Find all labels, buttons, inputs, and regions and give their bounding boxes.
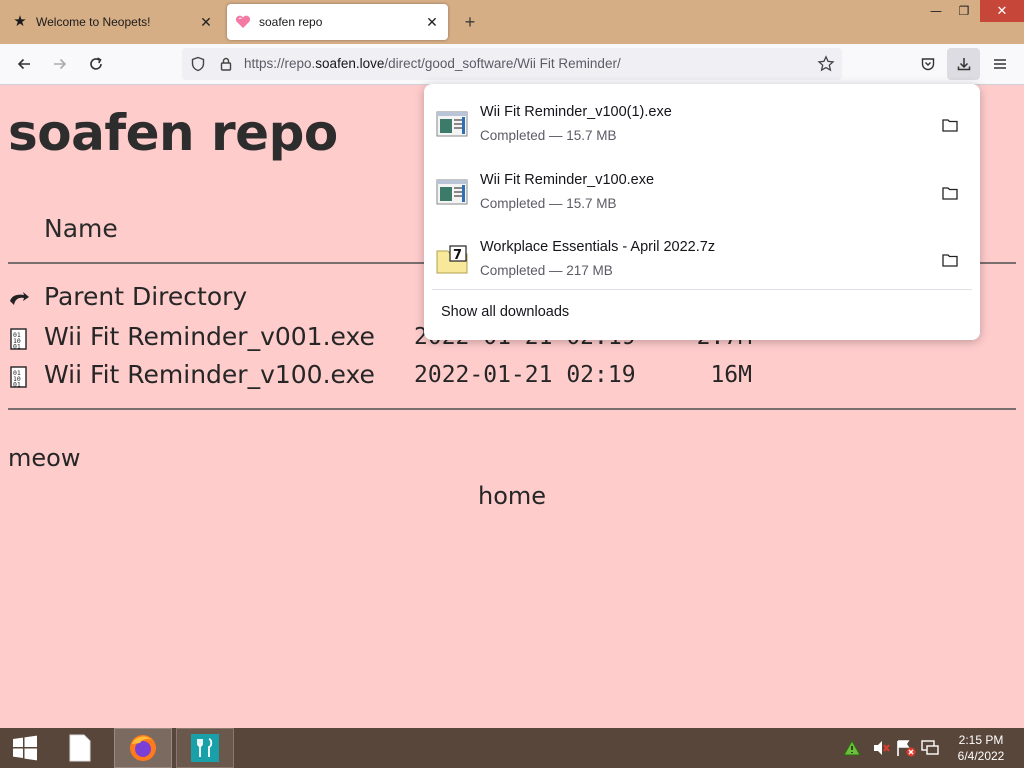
new-tab-button[interactable]: +	[458, 10, 482, 34]
tab-soafen-repo[interactable]: soafen repo ✕	[227, 4, 448, 40]
windows-logo-icon	[13, 735, 37, 761]
navigation-toolbar: https://repo.soafen.love/direct/good_sof…	[0, 44, 1024, 85]
exe-file-icon	[436, 179, 468, 205]
pocket-button[interactable]	[914, 50, 942, 78]
home-link[interactable]: home	[478, 482, 546, 510]
downloads-button[interactable]	[947, 48, 980, 80]
lock-icon[interactable]	[216, 54, 236, 74]
exe-file-icon	[436, 111, 468, 137]
address-bar[interactable]: https://repo.soafen.love/direct/good_sof…	[182, 48, 842, 80]
svg-text:01: 01	[13, 381, 21, 389]
folder-icon[interactable]	[938, 114, 962, 136]
star-outline-icon[interactable]	[816, 54, 836, 74]
url-prefix: https://repo.	[244, 56, 316, 71]
menu-button[interactable]	[986, 50, 1014, 78]
download-status: Completed — 15.7 MB	[480, 128, 617, 143]
column-header-name[interactable]: Name	[44, 214, 118, 243]
divider	[432, 289, 972, 290]
forward-button[interactable]	[46, 50, 74, 78]
document-icon	[69, 734, 91, 762]
start-button[interactable]	[4, 728, 46, 768]
download-status: Completed — 217 MB	[480, 263, 613, 278]
heart-icon	[235, 14, 251, 30]
window-close-button[interactable]: ✕	[980, 0, 1024, 22]
back-arrow-icon	[10, 292, 29, 305]
7z-archive-icon: 7	[436, 245, 468, 274]
back-button[interactable]	[10, 50, 38, 78]
divider	[8, 408, 1016, 410]
taskbar-app[interactable]	[176, 728, 234, 768]
firefox-icon	[130, 735, 156, 761]
svg-text:01: 01	[13, 343, 21, 351]
page-title: soafen repo	[8, 104, 338, 162]
download-icon	[957, 58, 970, 71]
downloads-panel: Wii Fit Reminder_v100(1).exe Completed —…	[424, 84, 980, 340]
star-icon: ★	[13, 13, 27, 30]
pocket-icon	[921, 58, 935, 71]
taskbar: 2:15 PM 6/4/2022	[0, 728, 1024, 768]
cutlery-app-icon	[191, 734, 219, 762]
minimize-button[interactable]: —	[922, 0, 950, 22]
network-icon[interactable]	[920, 738, 940, 758]
download-file-name: Wii Fit Reminder_v100.exe	[480, 172, 655, 188]
show-all-downloads-button[interactable]: Show all downloads	[441, 304, 569, 320]
shield-icon[interactable]	[188, 54, 208, 74]
file-size: 16M	[710, 362, 752, 388]
tab-title: soafen repo	[259, 15, 323, 29]
taskbar-file-explorer[interactable]	[58, 728, 102, 768]
clock-time: 2:15 PM	[958, 733, 1004, 747]
hamburger-menu-icon	[994, 59, 1006, 69]
folder-icon[interactable]	[938, 182, 962, 204]
folder-icon[interactable]	[938, 249, 962, 271]
action-center-flag-icon[interactable]	[896, 738, 916, 758]
file-name-link[interactable]: Wii Fit Reminder_v100.exe	[44, 360, 375, 389]
url-path: /direct/good_software/Wii Fit Reminder/	[384, 56, 621, 71]
url-text[interactable]: https://repo.soafen.love/direct/good_sof…	[244, 56, 621, 71]
download-item[interactable]: Wii Fit Reminder_v100(1).exe Completed —…	[424, 88, 980, 154]
svg-text:7: 7	[453, 248, 462, 263]
download-item[interactable]: 7 Workplace Essentials - April 2022.7z C…	[424, 223, 980, 289]
restore-button[interactable]: ❐	[950, 0, 978, 22]
taskbar-clock[interactable]: 2:15 PM 6/4/2022	[946, 732, 1016, 764]
close-icon[interactable]: ✕	[196, 12, 216, 32]
binary-file-icon: 011001	[10, 366, 27, 389]
close-icon[interactable]: ✕	[422, 12, 442, 32]
file-name-link[interactable]: Wii Fit Reminder_v001.exe	[44, 322, 375, 351]
taskbar-firefox[interactable]	[114, 728, 172, 768]
url-host: soafen.love	[315, 56, 385, 71]
tab-neopets[interactable]: ★ Welcome to Neopets! ✕	[4, 4, 222, 40]
arrow-right-icon	[54, 58, 67, 70]
volume-muted-icon[interactable]	[872, 738, 892, 758]
reload-icon	[90, 57, 102, 70]
tab-title: Welcome to Neopets!	[36, 15, 151, 29]
file-name-link[interactable]: Parent Directory	[44, 282, 247, 311]
reload-button[interactable]	[82, 50, 110, 78]
warning-icon[interactable]	[842, 738, 862, 758]
file-date: 2022-01-21 02:19	[414, 362, 636, 388]
download-file-name: Wii Fit Reminder_v100(1).exe	[480, 104, 672, 120]
download-file-name: Workplace Essentials - April 2022.7z	[480, 239, 716, 255]
binary-file-icon: 011001	[10, 328, 27, 351]
download-item[interactable]: Wii Fit Reminder_v100.exe Completed — 15…	[424, 156, 980, 222]
clock-date: 6/4/2022	[957, 749, 1005, 763]
footer-text: meow	[8, 444, 81, 472]
arrow-left-icon	[17, 58, 30, 70]
browser-tab-strip: ★ Welcome to Neopets! ✕ soafen repo ✕ + …	[0, 0, 1024, 44]
download-status: Completed — 15.7 MB	[480, 196, 617, 211]
